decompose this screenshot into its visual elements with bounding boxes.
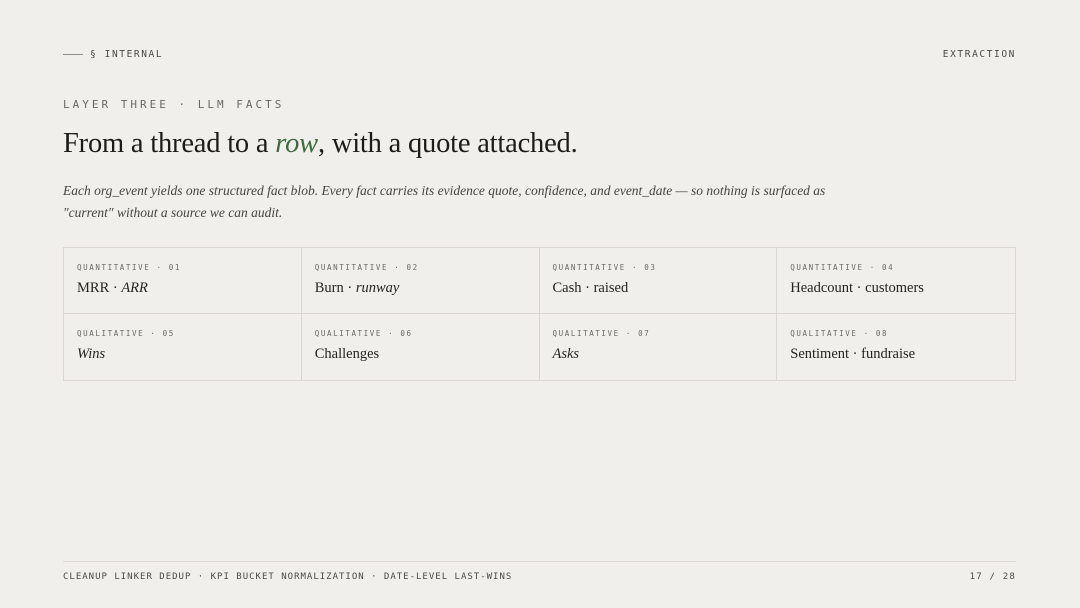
headline-after: , with a quote attached.: [318, 128, 578, 159]
fact-card-title: Burn · runway: [315, 280, 400, 297]
fact-card-title: Challenges: [315, 346, 379, 363]
fact-card: QUALITATIVE · 08 Sentiment · fundraise: [777, 314, 1015, 380]
fact-card-title: Cash · raised: [553, 280, 629, 297]
fact-card: QUALITATIVE · 05 Wins: [64, 314, 302, 380]
fact-card: QUANTITATIVE · 03 Cash · raised: [540, 248, 778, 314]
fact-card-title: Asks: [553, 346, 580, 363]
fact-card: QUALITATIVE · 06 Challenges: [302, 314, 540, 380]
fact-card-title: Headcount · customers: [790, 280, 924, 297]
headline: From a thread to a row, with a quote att…: [63, 128, 578, 160]
headline-before: From a thread to a: [63, 128, 275, 159]
section-right-label: EXTRACTION: [943, 49, 1016, 60]
fact-card-title-plain: MRR ·: [77, 280, 121, 296]
eyebrow: LAYER THREE · LLM FACTS: [63, 98, 284, 111]
fact-card-title-plain: Headcount · customers: [790, 280, 924, 296]
footer-topics: CLEANUP LINKER DEDUP · KPI BUCKET NORMAL…: [63, 572, 512, 582]
fact-card-tag: QUALITATIVE · 08: [790, 329, 888, 338]
fact-card-tag: QUALITATIVE · 07: [553, 329, 651, 338]
fact-card-title-plain: Sentiment · fundraise: [790, 346, 915, 362]
fact-card-tag: QUANTITATIVE · 04: [790, 263, 894, 272]
lede: Each org_event yields one structured fac…: [63, 180, 863, 224]
fact-card-title-italic: Asks: [553, 346, 580, 362]
fact-card-tag: QUANTITATIVE · 02: [315, 263, 419, 272]
fact-card-tag: QUALITATIVE · 05: [77, 329, 175, 338]
fact-card-title-italic: Wins: [77, 346, 105, 362]
fact-card: QUANTITATIVE · 04 Headcount · customers: [777, 248, 1015, 314]
fact-card-title-plain: Challenges: [315, 346, 379, 362]
fact-card-tag: QUANTITATIVE · 01: [77, 263, 181, 272]
fact-card-title: MRR · ARR: [77, 280, 148, 297]
top-bar: § INTERNAL EXTRACTION: [63, 49, 1016, 63]
section-tag: § INTERNAL: [63, 49, 163, 60]
fact-card-title: Wins: [77, 346, 105, 363]
section-rule: [63, 54, 83, 55]
page-number: 17 / 28: [970, 572, 1016, 582]
fact-card-title-plain: Burn ·: [315, 280, 356, 296]
headline-emphasis: row: [275, 128, 318, 159]
fact-card-tag: QUANTITATIVE · 03: [553, 263, 657, 272]
footer-divider: [63, 561, 1016, 562]
fact-card-title-italic: runway: [356, 280, 400, 296]
fact-card: QUANTITATIVE · 02 Burn · runway: [302, 248, 540, 314]
fact-card: QUALITATIVE · 07 Asks: [540, 314, 778, 380]
section-label: § INTERNAL: [90, 49, 163, 60]
fact-grid: QUANTITATIVE · 01 MRR · ARR QUANTITATIVE…: [63, 247, 1016, 381]
fact-card-title-italic: ARR: [121, 280, 148, 296]
fact-card-title-plain: Cash · raised: [553, 280, 629, 296]
fact-card-title: Sentiment · fundraise: [790, 346, 915, 363]
fact-card: QUANTITATIVE · 01 MRR · ARR: [64, 248, 302, 314]
fact-card-tag: QUALITATIVE · 06: [315, 329, 413, 338]
